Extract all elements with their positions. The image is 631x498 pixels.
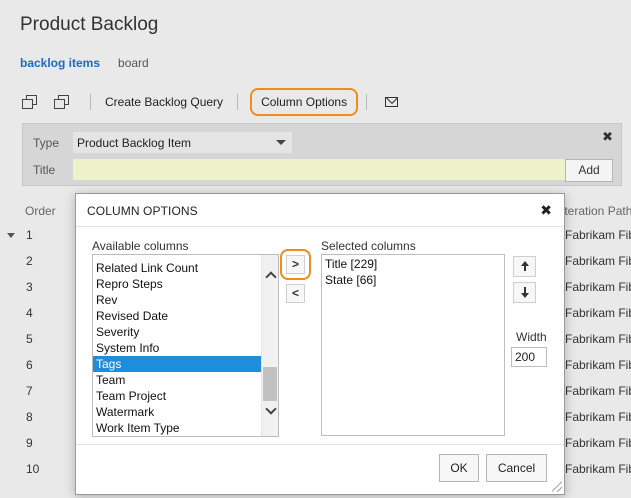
- list-item[interactable]: Tags: [93, 356, 261, 372]
- view-tabs: backlog items board: [20, 56, 149, 70]
- arrow-up-icon: [521, 261, 530, 272]
- close-icon[interactable]: ✖: [540, 202, 552, 219]
- column-options-button[interactable]: Column Options: [250, 88, 359, 116]
- ok-button[interactable]: OK: [439, 454, 479, 482]
- title-input[interactable]: [73, 159, 581, 180]
- order-cell: 9: [26, 436, 33, 450]
- iteration-cell: Fabrikam Fiber: [565, 280, 631, 294]
- order-column-header[interactable]: Order: [25, 204, 56, 218]
- move-down-button[interactable]: [513, 282, 536, 303]
- available-columns-label: Available columns: [92, 239, 189, 253]
- move-right-button[interactable]: >: [286, 255, 305, 274]
- order-column: 1 2 3 4 5 6 7 8 9 10: [26, 228, 39, 488]
- list-item[interactable]: Team: [93, 372, 261, 388]
- move-up-button[interactable]: [513, 256, 536, 277]
- selected-columns-items: Title [229] State [66]: [322, 256, 377, 288]
- toolbar: Create Backlog Query Column Options: [18, 88, 399, 116]
- scrollbar[interactable]: [261, 255, 278, 436]
- order-cell: 10: [26, 462, 40, 476]
- dialog-title: COLUMN OPTIONS: [87, 204, 198, 218]
- move-left-button[interactable]: <: [286, 284, 305, 303]
- selected-columns-label: Selected columns: [321, 239, 416, 253]
- width-label: Width: [516, 330, 547, 344]
- list-item[interactable]: System Info: [93, 340, 261, 356]
- list-item[interactable]: Repro Steps: [93, 276, 261, 292]
- list-item[interactable]: State [66]: [322, 272, 377, 288]
- iteration-cell: Fabrikam Fiber: [565, 228, 631, 242]
- chevron-down-icon[interactable]: [265, 406, 275, 416]
- toolbar-separator: [366, 94, 368, 110]
- type-label: Type: [33, 136, 60, 150]
- iteration-cell: Fabrikam Fiber: [565, 410, 631, 424]
- order-cell: 3: [26, 280, 33, 294]
- divider: [76, 444, 564, 445]
- order-cell: 8: [26, 410, 33, 424]
- iteration-cell: Fabrikam Fiber: [565, 254, 631, 268]
- create-backlog-query-button[interactable]: Create Backlog Query: [99, 95, 229, 109]
- iteration-cell: Fabrikam Fiber: [565, 306, 631, 320]
- column-options-dialog: COLUMN OPTIONS ✖ Available columns Relat…: [75, 193, 565, 495]
- iteration-path-column-header[interactable]: Iteration Path: [561, 204, 631, 218]
- list-item[interactable]: Team Project: [93, 388, 261, 404]
- order-cell: 4: [26, 306, 33, 320]
- toolbar-separator: [237, 94, 239, 110]
- row-indicator-icon: [7, 233, 15, 238]
- list-item[interactable]: Rev: [93, 292, 261, 308]
- list-item[interactable]: Watermark: [93, 404, 261, 420]
- arrow-down-icon: [521, 287, 530, 298]
- list-item[interactable]: Title [229]: [322, 256, 377, 272]
- iteration-cell: Fabrikam Fiber: [565, 384, 631, 398]
- list-item[interactable]: Work Item Type: [93, 420, 261, 436]
- scrollbar-thumb[interactable]: [263, 367, 277, 401]
- chevron-down-icon: [276, 140, 286, 145]
- available-columns-items: Related Link Count Repro Steps Rev Revised …: [93, 260, 261, 436]
- email-icon[interactable]: [385, 97, 399, 107]
- order-cell: 2: [26, 254, 33, 268]
- add-button[interactable]: Add: [565, 159, 613, 182]
- iteration-cell: Fabrikam Fiber: [565, 462, 631, 476]
- width-input[interactable]: 200: [511, 347, 547, 367]
- iteration-cell: Fabrikam Fiber: [565, 332, 631, 346]
- close-icon[interactable]: ✖: [602, 129, 613, 145]
- list-item[interactable]: Revised Date: [93, 308, 261, 324]
- iteration-cell: Fabrikam Fiber: [565, 436, 631, 450]
- title-label: Title: [33, 163, 56, 177]
- iteration-cell: Fabrikam Fiber: [565, 358, 631, 372]
- resize-grip-icon[interactable]: [550, 480, 562, 492]
- cancel-button[interactable]: Cancel: [486, 454, 547, 482]
- order-cell: 5: [26, 332, 33, 346]
- divider: [76, 226, 564, 227]
- expand-all-icon[interactable]: [22, 95, 38, 109]
- tab-backlog-items[interactable]: backlog items: [20, 56, 100, 70]
- page-title: Product Backlog: [20, 14, 159, 35]
- chevron-up-icon[interactable]: [265, 271, 275, 281]
- order-cell: 6: [26, 358, 33, 372]
- collapse-all-icon[interactable]: [54, 95, 70, 109]
- type-select[interactable]: Product Backlog Item: [73, 132, 292, 153]
- iteration-column: Fabrikam Fiber Fabrikam Fiber Fabrikam Fib…: [565, 228, 631, 488]
- tab-board[interactable]: board: [118, 56, 149, 70]
- available-columns-list[interactable]: Related Link Count Repro Steps Rev Revised …: [92, 254, 279, 437]
- list-item[interactable]: Related Link Count: [93, 260, 261, 276]
- type-select-value: Product Backlog Item: [77, 136, 192, 150]
- selected-columns-list[interactable]: Title [229] State [66]: [321, 254, 505, 436]
- order-cell: 1: [26, 228, 33, 242]
- order-cell: 7: [26, 384, 33, 398]
- toolbar-separator: [90, 94, 91, 110]
- add-item-panel: Type Product Backlog Item Title Add ✖: [22, 123, 622, 186]
- list-item[interactable]: Severity: [93, 324, 261, 340]
